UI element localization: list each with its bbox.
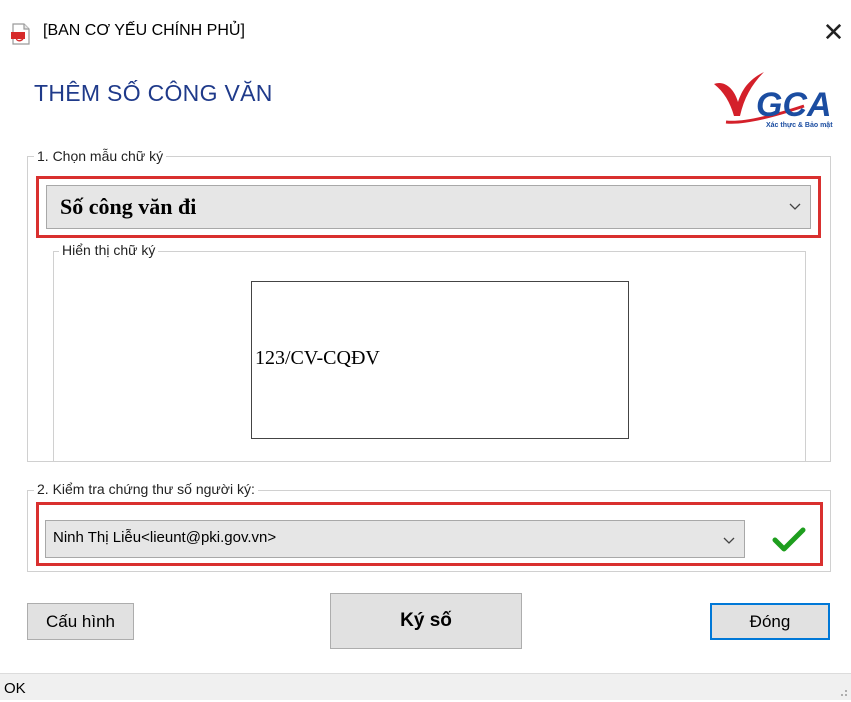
- svg-text:GCA: GCA: [756, 86, 832, 124]
- vgca-logo: GCA Xác thực & Bảo mật: [704, 66, 850, 134]
- certificate-check-legend: 2. Kiểm tra chứng thư số người ký:: [34, 481, 258, 497]
- signature-template-value: Số công văn đi: [60, 194, 197, 219]
- status-bar: [0, 673, 851, 700]
- close-button[interactable]: Đóng: [710, 603, 830, 640]
- chevron-down-icon[interactable]: [721, 531, 737, 549]
- signer-certificate-value: Ninh Thị Liễu<lieunt@pki.gov.vn>: [53, 529, 277, 546]
- green-checkmark-icon: [771, 526, 807, 554]
- svg-text:Xác thực & Bảo mật: Xác thực & Bảo mật: [766, 122, 833, 129]
- window-close-button[interactable]: ✕: [816, 13, 851, 51]
- sign-button[interactable]: Ký số: [330, 593, 522, 649]
- pdf-file-icon: [11, 23, 31, 45]
- resize-grip-icon[interactable]: [836, 684, 848, 696]
- page-title: THÊM SỐ CÔNG VĂN: [34, 80, 273, 106]
- signature-preview-legend: Hiển thị chữ ký: [59, 242, 159, 258]
- window-title: [BAN CƠ YẾU CHÍNH PHỦ]: [43, 22, 245, 39]
- config-button[interactable]: Cấu hình: [27, 603, 134, 640]
- status-text: OK: [4, 680, 26, 697]
- signature-preview-text: 123/CV-CQĐV: [255, 347, 380, 369]
- chevron-down-icon[interactable]: [787, 196, 803, 216]
- signature-template-legend: 1. Chọn mẫu chữ ký: [34, 148, 167, 164]
